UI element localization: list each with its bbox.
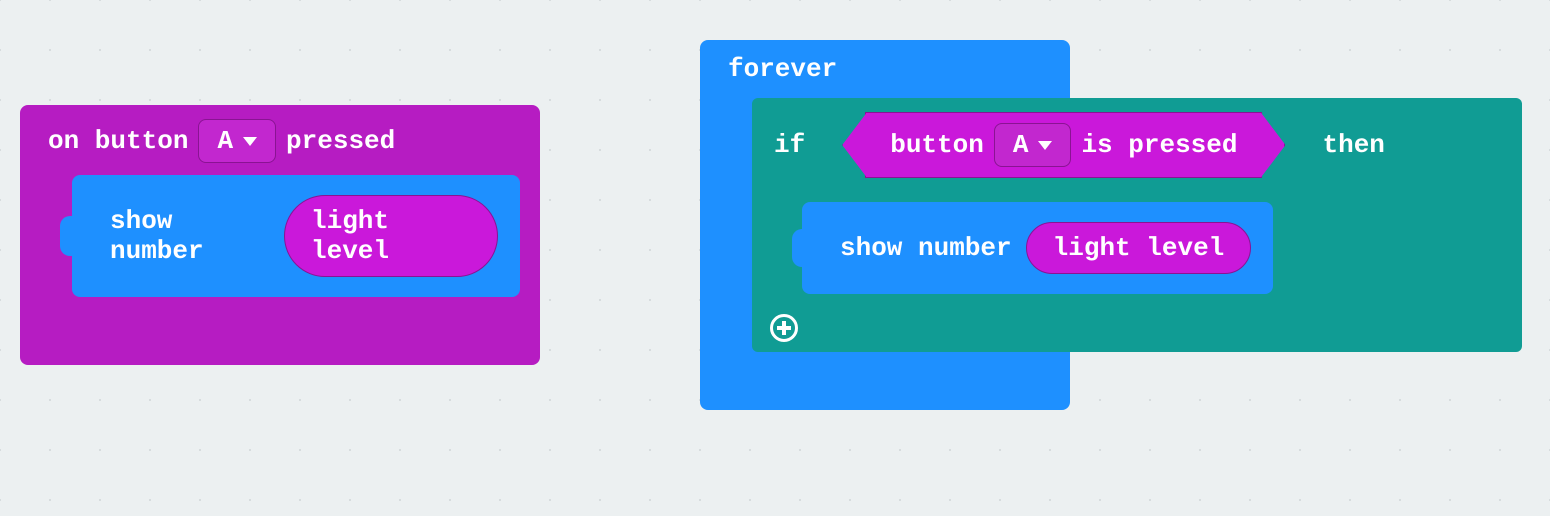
hat-forever[interactable]: forever if button A is pressed then: [700, 40, 1070, 410]
hat-footer: [40, 307, 520, 347]
reporter-light-level[interactable]: light level: [284, 195, 498, 277]
dropdown-value: A: [217, 126, 233, 156]
reporter-light-level[interactable]: light level: [1026, 222, 1252, 274]
chevron-down-icon: [243, 137, 257, 146]
button-dropdown[interactable]: A: [198, 119, 276, 163]
stack-forever[interactable]: forever if button A is pressed then: [700, 40, 1070, 410]
plus-icon[interactable]: [770, 314, 798, 342]
hat-body-slot[interactable]: show number light level: [40, 175, 520, 307]
block-if[interactable]: if button A is pressed then: [752, 98, 1522, 352]
reporter-text: light level: [1053, 233, 1225, 263]
forever-footer: [720, 352, 1050, 392]
cond-prefix: button: [890, 130, 984, 160]
chevron-down-icon: [1038, 141, 1052, 150]
then-keyword: then: [1322, 130, 1384, 160]
stack-on-button-pressed[interactable]: on button A pressed show number light le…: [20, 105, 540, 365]
hat-suffix: pressed: [286, 126, 395, 156]
if-footer: [752, 304, 1522, 352]
show-number-label: show number: [840, 233, 1012, 263]
block-show-number[interactable]: show number light level: [72, 175, 520, 297]
reporter-button-is-pressed[interactable]: button A is pressed: [865, 112, 1262, 178]
if-body-slot[interactable]: show number light level: [752, 192, 1522, 304]
blocks-workspace[interactable]: on button A pressed show number light le…: [0, 0, 1550, 516]
show-number-label: show number: [110, 206, 270, 266]
button-dropdown[interactable]: A: [994, 123, 1072, 167]
hat-on-button-pressed[interactable]: on button A pressed show number light le…: [20, 105, 540, 365]
if-keyword: if: [774, 130, 805, 160]
reporter-text: light level: [311, 206, 389, 266]
dropdown-value: A: [1013, 130, 1029, 160]
if-header: if button A is pressed then: [752, 98, 1522, 192]
forever-label: forever: [728, 54, 1050, 84]
hat-header: on button A pressed: [48, 119, 520, 163]
cond-suffix: is pressed: [1081, 130, 1237, 160]
block-show-number[interactable]: show number light level: [802, 202, 1273, 294]
hat-prefix: on button: [48, 126, 188, 156]
